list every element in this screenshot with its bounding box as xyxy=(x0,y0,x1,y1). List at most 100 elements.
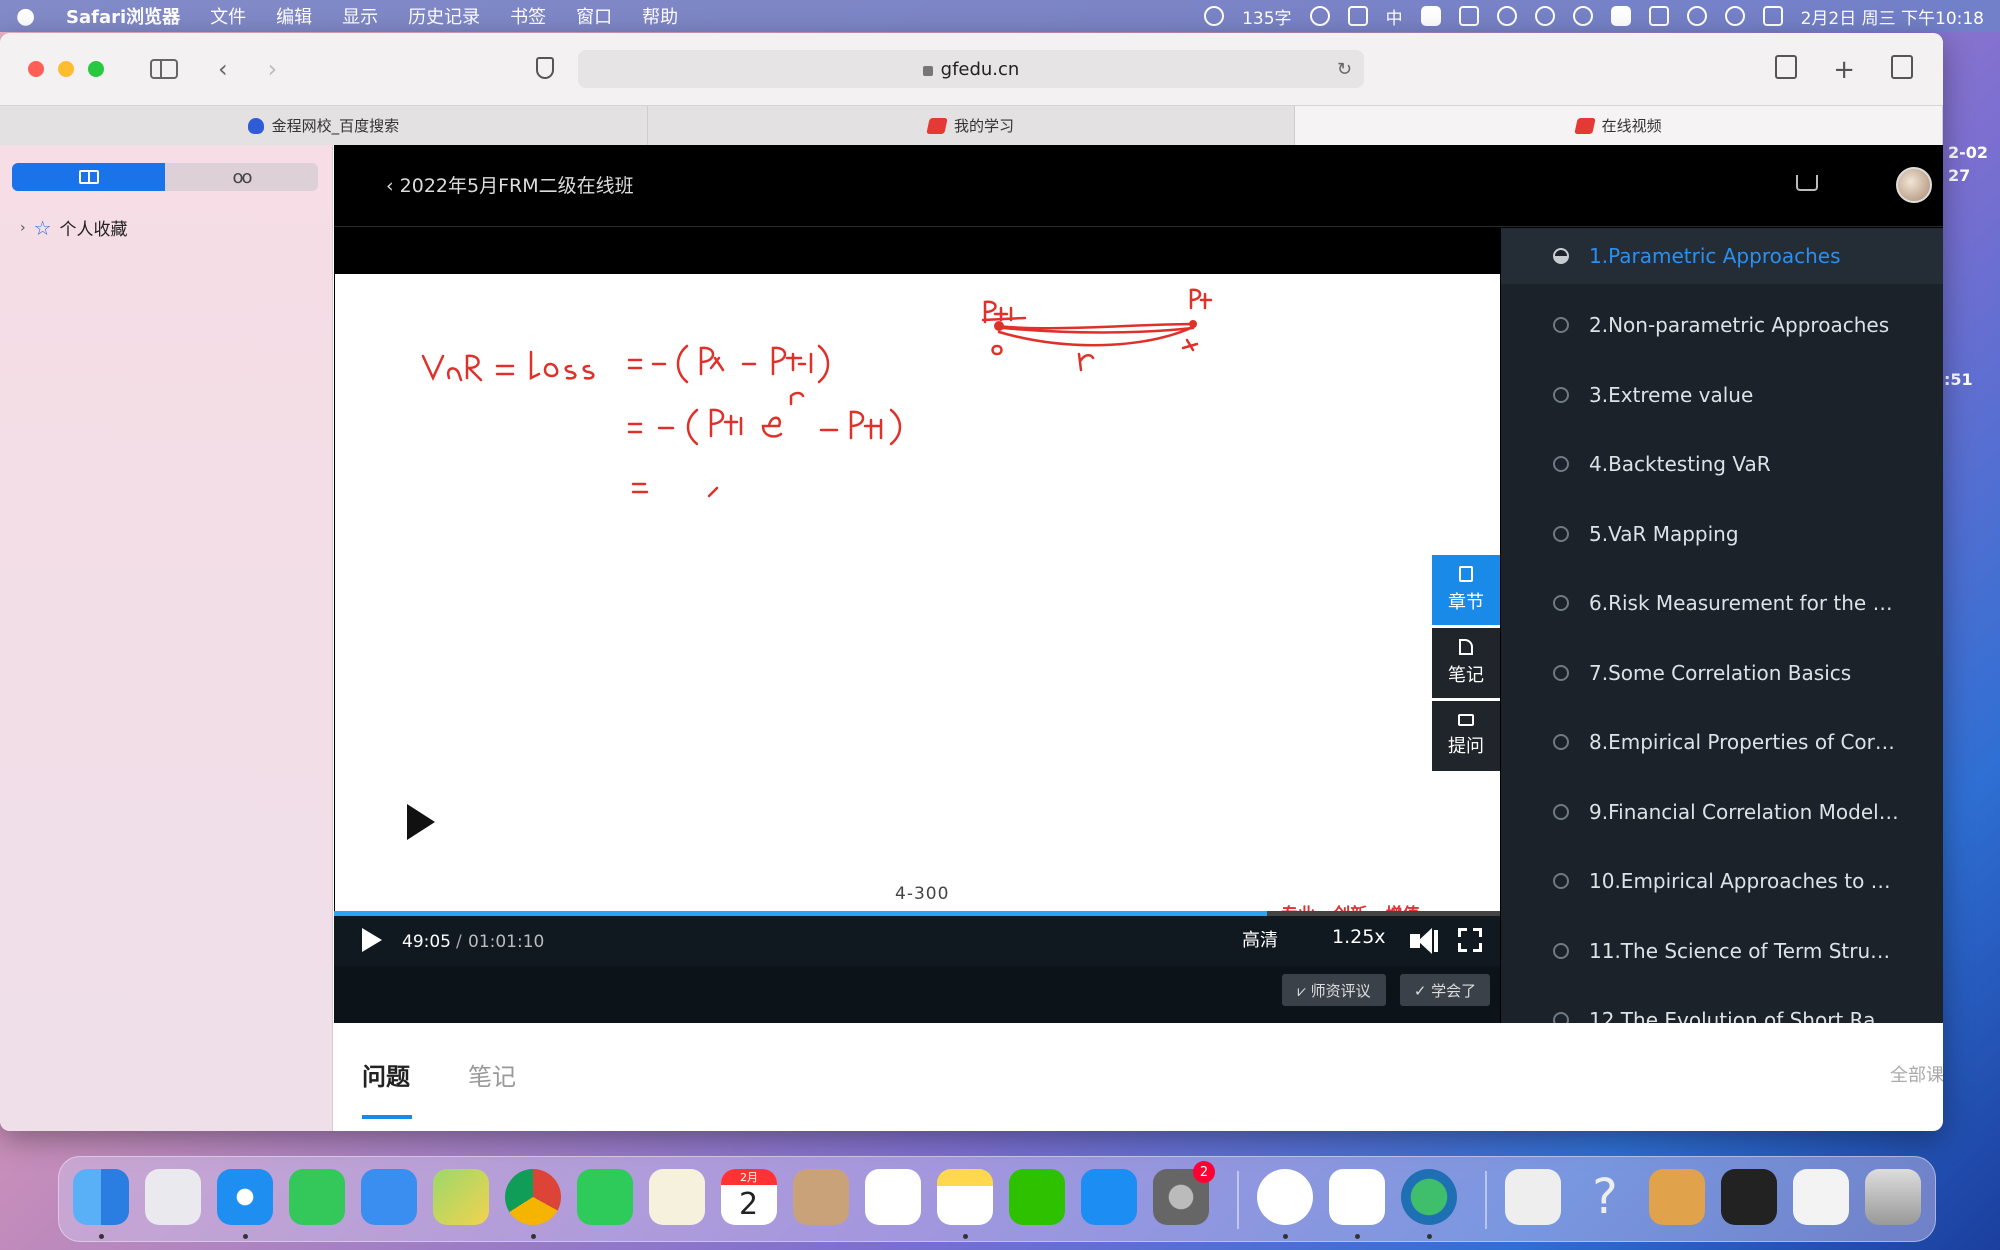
big-play-icon[interactable] xyxy=(407,804,435,840)
facetime-icon[interactable] xyxy=(577,1169,633,1225)
learned-button[interactable]: ✓ 学会了 xyxy=(1400,974,1490,1006)
tab-overview-icon[interactable] xyxy=(1891,55,1913,79)
maps-icon[interactable] xyxy=(433,1169,489,1225)
control-center-icon[interactable] xyxy=(1762,6,1783,26)
rate-teacher-button[interactable]: ⩗ 师资评议 xyxy=(1282,974,1386,1006)
sidebar-toggle-icon[interactable] xyxy=(150,59,178,79)
xlsx-file-icon[interactable] xyxy=(1505,1169,1561,1225)
microphone-icon[interactable] xyxy=(1347,6,1368,26)
question-mark-icon[interactable]: ? xyxy=(1577,1169,1633,1225)
play-icon[interactable] xyxy=(362,928,382,952)
trash-icon[interactable] xyxy=(1865,1169,1921,1225)
tab-notes[interactable]: 笔记 xyxy=(468,1057,516,1092)
back-chevron-icon[interactable]: ‹ xyxy=(218,55,228,83)
contacts-icon[interactable] xyxy=(793,1169,849,1225)
spotlight-search-icon[interactable] xyxy=(1724,6,1745,26)
tab-baidu-search[interactable]: 金程网校_百度搜索 xyxy=(0,106,648,145)
menu-view[interactable]: 显示 xyxy=(342,3,378,29)
tab-questions[interactable]: 问题 xyxy=(362,1057,410,1092)
launchpad-icon[interactable] xyxy=(145,1169,201,1225)
back-chevron-icon[interactable]: ‹ xyxy=(386,175,400,197)
chapter-item[interactable]: 7.Some Correlation Basics xyxy=(1501,645,1943,701)
course-title-back-link[interactable]: ‹ 2022年5月FRM二级在线班 xyxy=(386,171,634,198)
menu-file[interactable]: 文件 xyxy=(210,3,246,29)
volume-icon[interactable] xyxy=(1410,928,1440,954)
address-bar[interactable]: gfedu.cn ↻ xyxy=(578,50,1364,88)
chapter-item[interactable]: 9.Financial Correlation Model… xyxy=(1501,784,1943,840)
speed-button[interactable]: 1.25x xyxy=(1332,926,1386,948)
chapter-item[interactable]: 2.Non-parametric Approaches xyxy=(1501,297,1943,353)
share-icon[interactable] xyxy=(1775,55,1798,79)
menu-history[interactable]: 历史记录 xyxy=(408,3,480,29)
wechat-icon[interactable] xyxy=(1009,1169,1065,1225)
notes-tool-button[interactable]: 笔记 xyxy=(1432,628,1500,698)
chapter-item[interactable]: 5.VaR Mapping xyxy=(1501,506,1943,562)
quality-button[interactable]: 高清 xyxy=(1242,926,1278,952)
chapter-item[interactable]: 8.Empirical Properties of Cor… xyxy=(1501,714,1943,770)
chevron-right-icon[interactable]: › xyxy=(20,220,26,236)
bookmarks-tab[interactable] xyxy=(12,163,165,191)
apple-icon[interactable]: ● xyxy=(16,4,36,29)
system-preferences-icon[interactable]: 2 xyxy=(1153,1161,1215,1225)
reminders-icon[interactable] xyxy=(865,1169,921,1225)
terminal-window-icon[interactable] xyxy=(1721,1169,1777,1225)
menu-window[interactable]: 窗口 xyxy=(576,3,612,29)
document-window-icon[interactable] xyxy=(1793,1169,1849,1225)
privacy-shield-icon[interactable] xyxy=(536,57,554,79)
chapter-item[interactable]: 4.Backtesting VaR xyxy=(1501,436,1943,492)
battery-icon[interactable] xyxy=(1648,6,1669,26)
wechat-status-icon[interactable] xyxy=(1534,6,1555,26)
menu-bookmarks[interactable]: 书签 xyxy=(510,3,546,29)
finder-icon[interactable] xyxy=(73,1169,129,1225)
clock[interactable]: 2月2日 周三 下午10:18 xyxy=(1801,4,1984,29)
calendar-icon[interactable]: 2月 2 xyxy=(721,1169,777,1225)
chrome-icon[interactable] xyxy=(505,1169,561,1225)
bird-icon[interactable] xyxy=(1496,6,1517,26)
chapter-item[interactable]: 12.The Evolution of Short Ra… xyxy=(1501,992,1943,1023)
reading-list-tab[interactable]: oo xyxy=(165,163,318,191)
yuque-icon[interactable] xyxy=(1257,1169,1313,1225)
wifi-icon[interactable] xyxy=(1686,6,1707,26)
mail-icon[interactable] xyxy=(361,1169,417,1225)
chapter-item[interactable]: 1.Parametric Approaches xyxy=(1501,228,1943,284)
wps-icon[interactable] xyxy=(1420,6,1441,26)
chapter-item[interactable]: 11.The Science of Term Stru… xyxy=(1501,923,1943,979)
notes-icon[interactable] xyxy=(937,1169,993,1225)
bookmark-folder-favorites[interactable]: › ☆ 个人收藏 xyxy=(20,215,128,241)
tab-online-video[interactable]: 在线视频 xyxy=(1295,106,1943,145)
chapter-item[interactable]: 3.Extreme value xyxy=(1501,367,1943,423)
video-player[interactable]: 4-300 专业 · 创新 · 增值 xyxy=(334,228,1500,914)
fullscreen-icon[interactable] xyxy=(1458,928,1482,952)
reload-icon[interactable]: ↻ xyxy=(1337,59,1352,80)
chapter-item[interactable]: 10.Empirical Approaches to … xyxy=(1501,853,1943,909)
app-store-icon[interactable] xyxy=(1081,1169,1137,1225)
tab-my-learning[interactable]: 我的学习 xyxy=(648,106,1296,145)
zoom-window-button[interactable] xyxy=(88,61,104,77)
all-courses-filter[interactable]: 全部课 xyxy=(1890,1061,1943,1087)
browser-360-icon[interactable] xyxy=(1401,1169,1457,1225)
close-window-button[interactable] xyxy=(28,61,44,77)
input-method[interactable]: 中 xyxy=(1386,4,1403,29)
shield-status-icon[interactable] xyxy=(1458,6,1479,26)
menu-help[interactable]: 帮助 xyxy=(642,3,678,29)
forward-chevron-icon[interactable]: › xyxy=(268,55,278,83)
status-app-icon[interactable] xyxy=(1204,6,1225,26)
minimize-window-button[interactable] xyxy=(58,61,74,77)
chapter-item[interactable]: 6.Risk Measurement for the … xyxy=(1501,575,1943,631)
s-app-icon[interactable] xyxy=(1610,6,1631,26)
ask-tool-button[interactable]: 提问 xyxy=(1432,701,1500,771)
messages-icon[interactable] xyxy=(289,1169,345,1225)
chapters-tool-button[interactable]: 章节 xyxy=(1432,555,1500,625)
safari-icon[interactable] xyxy=(217,1169,273,1225)
avatar[interactable] xyxy=(1896,167,1932,203)
menu-edit[interactable]: 编辑 xyxy=(276,3,312,29)
script-editor-icon[interactable] xyxy=(649,1169,705,1225)
menu-app-name[interactable]: Safari浏览器 xyxy=(66,3,180,29)
wps-office-icon[interactable] xyxy=(1329,1169,1385,1225)
new-tab-icon[interactable]: + xyxy=(1833,55,1855,85)
package-icon[interactable] xyxy=(1649,1169,1705,1225)
play-status-icon[interactable] xyxy=(1572,6,1593,26)
emoji-icon[interactable] xyxy=(1309,6,1330,26)
cart-icon[interactable] xyxy=(1796,175,1818,191)
word-count[interactable]: 135字 xyxy=(1242,4,1291,29)
